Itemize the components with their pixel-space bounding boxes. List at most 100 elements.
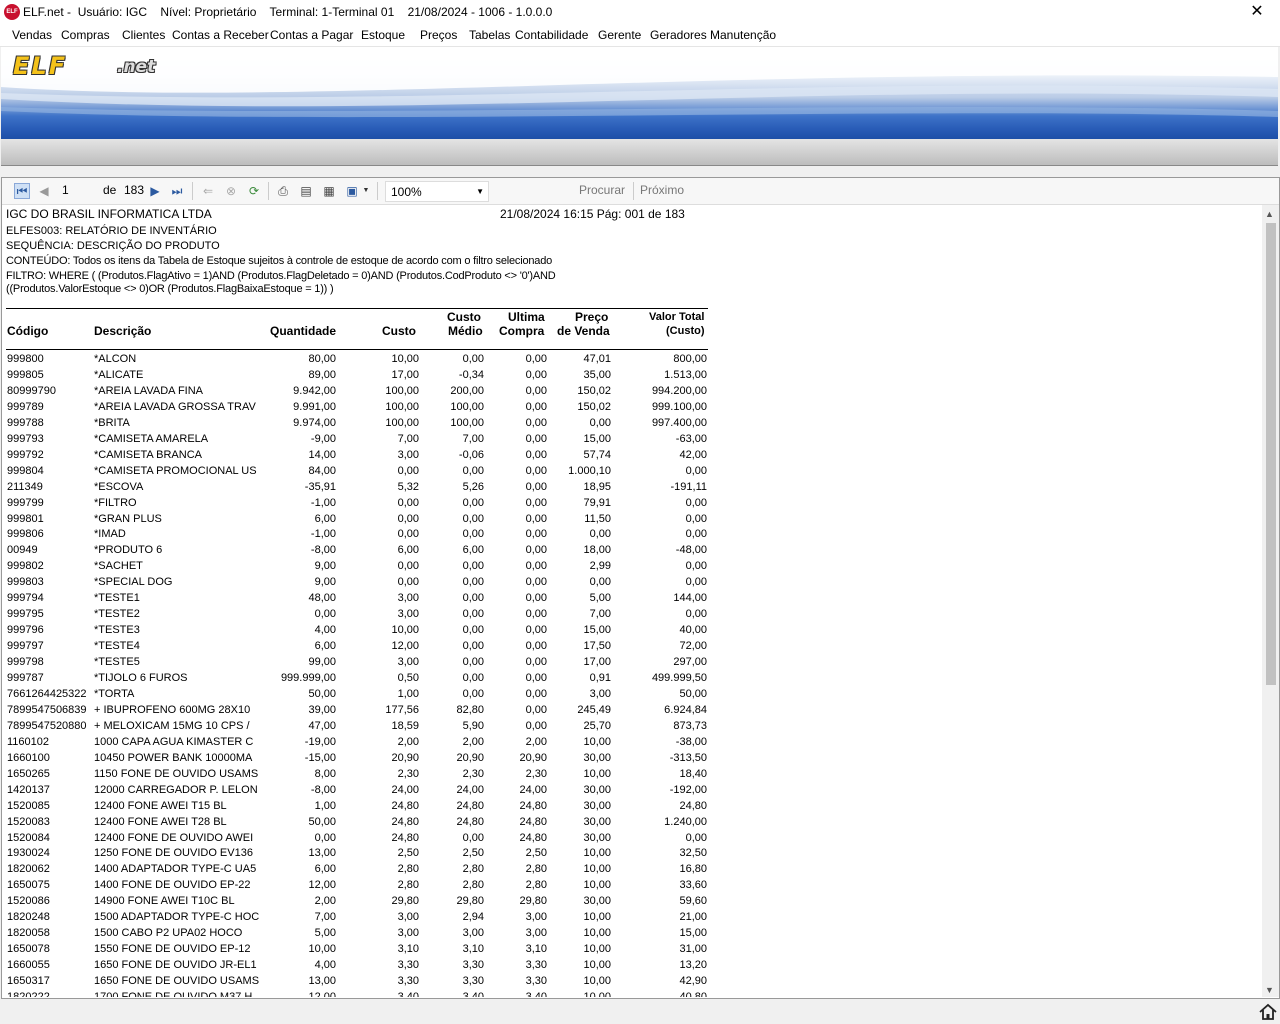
cell-sale-price: 30,00 (583, 783, 611, 796)
table-row: 999789 *AREIA LAVADA GROSSA TRAV 9.991,00 1… (2, 401, 712, 417)
cell-cost: 2,00 (397, 735, 419, 748)
cell-sale-price: 1.000,10 (568, 464, 611, 477)
table-row: 999802 *SACHET 9,00 0,00 0,00 0,00 2,99 0,00 (2, 560, 712, 576)
stop-icon[interactable]: ⊗ (223, 183, 239, 199)
home-icon[interactable] (1258, 1002, 1278, 1022)
header-top-rule (6, 308, 708, 309)
save-dropdown-icon[interactable]: ▼ (358, 183, 374, 199)
cell-total-value: 994.200,00 (651, 384, 707, 397)
cell-total-value: 32,50 (679, 847, 707, 860)
cell-last-purchase: 0,00 (525, 384, 547, 397)
cell-code: 80999790 (7, 384, 56, 397)
menu-geradores[interactable]: Geradores (650, 28, 707, 42)
previous-page-icon[interactable]: ◀ (36, 183, 52, 199)
back-icon[interactable]: ⇐ (200, 183, 216, 199)
menu-contas-a-pagar[interactable]: Contas a Pagar (270, 28, 353, 42)
cell-description: + MELOXICAM 15MG 10 CPS / (94, 719, 250, 732)
first-page-icon[interactable]: ⏮ (14, 183, 30, 199)
report-page: IGC DO BRASIL INFORMATICA LTDA 21/08/202… (2, 205, 1262, 997)
page-setup-icon[interactable]: ▦ (321, 183, 337, 199)
cell-cost: 24,80 (391, 799, 419, 812)
menu-estoque[interactable]: Estoque (361, 28, 405, 42)
cell-code: 1420137 (7, 783, 50, 796)
cell-total-value: 50,00 (679, 687, 707, 700)
cell-cost: 20,90 (391, 751, 419, 764)
table-row: 999792 *CAMISETA BRANCA 14,00 3,00 -0,06 0,00… (2, 449, 712, 465)
menu-vendas[interactable]: Vendas (12, 28, 52, 42)
cell-last-purchase: 0,00 (525, 687, 547, 700)
cell-quantity: 99,00 (308, 656, 336, 669)
cell-code: 999794 (7, 592, 44, 605)
cell-description: *TIJOLO 6 FUROS (94, 672, 188, 684)
scroll-up-icon[interactable]: ▲ (1265, 209, 1274, 219)
cell-avg-cost: 0,00 (462, 608, 484, 621)
scrollbar-thumb[interactable] (1266, 223, 1276, 685)
cell-description: *TESTE3 (94, 624, 140, 637)
cell-description: *TESTE4 (94, 640, 140, 653)
refresh-icon[interactable]: ⟳ (246, 183, 262, 199)
cell-total-value: 0,00 (685, 831, 707, 844)
col-header-code: Código (7, 324, 49, 338)
cell-code: 1650075 (7, 879, 50, 892)
cell-total-value: 0,00 (685, 576, 707, 589)
cell-avg-cost: 0,00 (462, 560, 484, 573)
cell-quantity: -8,00 (310, 783, 336, 796)
cell-description: *CAMISETA PROMOCIONAL US (94, 464, 257, 477)
cell-cost: 2,80 (397, 879, 419, 892)
cell-sale-price: 10,00 (583, 943, 611, 956)
last-page-icon[interactable]: ⏭ (169, 183, 185, 199)
cell-avg-cost: 0,00 (462, 464, 484, 477)
cell-avg-cost: 0,00 (462, 672, 484, 684)
cell-code: 1820058 (7, 927, 50, 940)
find-button[interactable]: Procurar (579, 183, 625, 199)
cell-sale-price: 30,00 (583, 799, 611, 812)
vertical-scrollbar[interactable]: ▲ ▼ (1262, 205, 1279, 997)
cell-last-purchase: 0,00 (525, 656, 547, 669)
table-row: 999801 *GRAN PLUS 6,00 0,00 0,00 0,00 11,50 0,0… (2, 513, 712, 529)
menu-clientes[interactable]: Clientes (122, 28, 165, 42)
cell-avg-cost: 0,00 (462, 831, 484, 844)
cell-cost: 29,80 (391, 895, 419, 908)
page-total-label: 183 (124, 183, 145, 197)
cell-quantity: 8,00 (314, 767, 336, 780)
menu-gerente[interactable]: Gerente (598, 28, 641, 42)
cell-avg-cost: 0,00 (462, 496, 484, 509)
page-of-label: de (103, 183, 117, 197)
cell-avg-cost: 7,00 (462, 432, 484, 445)
cell-last-purchase: 0,00 (525, 703, 547, 716)
app-logo-icon: ELF (4, 4, 20, 20)
scroll-down-icon[interactable]: ▼ (1265, 985, 1274, 995)
cell-quantity: 999.999,00 (280, 672, 336, 684)
table-row: 999800 *ALCON 80,00 10,00 0,00 0,00 47,01 800,0… (2, 353, 712, 369)
cell-cost: 24,00 (391, 783, 419, 796)
menu-compras[interactable]: Compras (61, 28, 110, 42)
next-page-icon[interactable]: ▶ (147, 183, 163, 199)
find-next-button[interactable]: Próximo (640, 183, 684, 199)
menu-manutencao[interactable]: Manutenção (710, 28, 776, 42)
cell-sale-price: 17,50 (583, 640, 611, 653)
cell-total-value: 0,00 (685, 560, 707, 573)
cell-last-purchase: 2,50 (525, 847, 547, 860)
cell-total-value: 16,80 (679, 863, 707, 876)
cell-cost: 0,00 (397, 528, 419, 541)
cell-sale-price: 15,00 (583, 624, 611, 637)
menu-precos[interactable]: Preços (420, 28, 457, 42)
cell-last-purchase: 0,00 (525, 432, 547, 445)
cell-code: 1160102 (7, 735, 50, 748)
cell-description: 1650 FONE DE OUVIDO USAMS (94, 975, 260, 988)
close-button[interactable]: ✕ (1234, 0, 1280, 24)
menu-contas-a-receber[interactable]: Contas a Receber (172, 28, 269, 42)
cell-code: 999787 (7, 672, 44, 684)
cell-description: 1000 CAPA AGUA KIMASTER C (94, 735, 254, 748)
cell-cost: 7,00 (397, 432, 419, 445)
cell-code: 1820248 (7, 911, 50, 924)
cell-total-value: 40,00 (679, 624, 707, 637)
menu-contabilidade[interactable]: Contabilidade (515, 28, 588, 42)
cell-code: 999801 (7, 512, 44, 525)
page-number-input[interactable]: 1 (62, 183, 69, 199)
print-layout-icon[interactable]: ▤ (298, 183, 314, 199)
print-icon[interactable]: ⎙ (275, 183, 291, 199)
table-row: 1650078 1550 FONE DE OUVIDO EP-12 10,00 3,1… (2, 943, 712, 959)
menu-tabelas[interactable]: Tabelas (469, 28, 510, 42)
zoom-select[interactable]: 100% ▼ (385, 181, 489, 202)
